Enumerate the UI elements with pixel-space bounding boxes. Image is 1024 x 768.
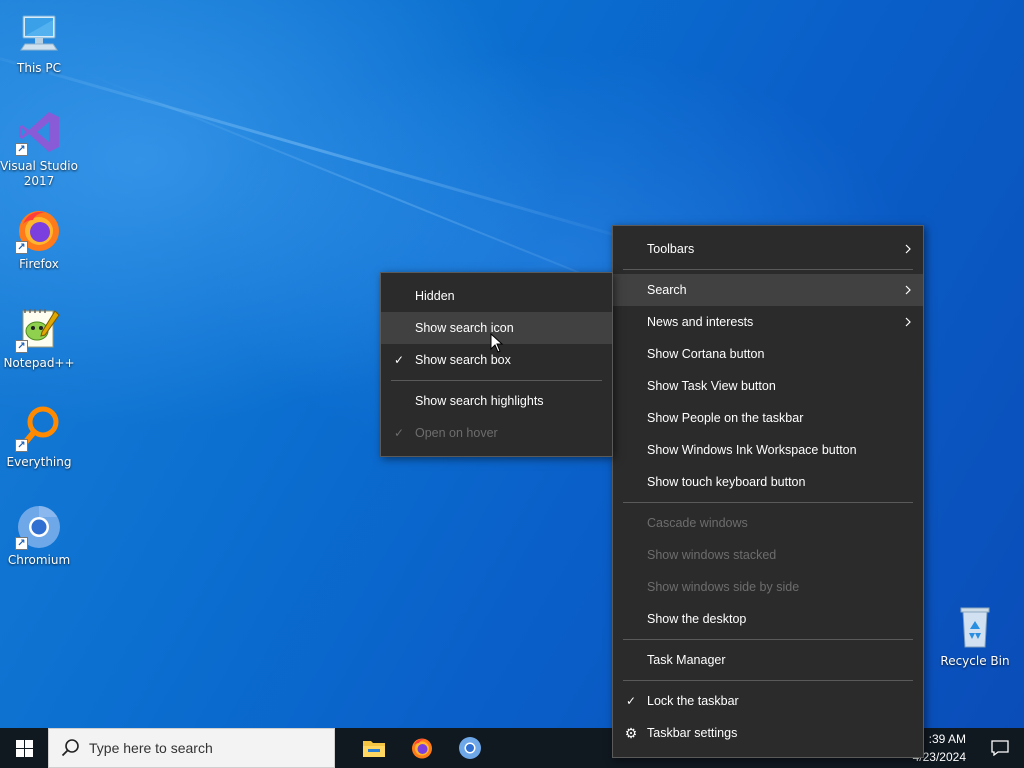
computer-icon: [15, 10, 63, 58]
menu-item-label: Open on hover: [415, 426, 498, 440]
submenu-item-show-search-highlights[interactable]: Show search highlights: [381, 385, 612, 417]
checkmark-icon: ✓: [625, 694, 637, 708]
menu-separator: [623, 639, 913, 640]
menu-separator: [623, 502, 913, 503]
menu-item-label: Show People on the taskbar: [647, 411, 804, 425]
menu-item-label: Show Cortana button: [647, 347, 765, 361]
action-center-button[interactable]: [976, 728, 1024, 768]
menu-item-show-windows-side-by-side: Show windows side by side: [613, 571, 923, 603]
desktop-icon-this-pc[interactable]: This PC: [0, 10, 78, 76]
menu-separator: [391, 380, 602, 381]
menu-item-search[interactable]: Search: [613, 274, 923, 306]
desktop-icon-chromium[interactable]: ↗ Chromium: [0, 502, 78, 568]
menu-item-label: Show search highlights: [415, 394, 544, 408]
firefox-icon: ↗: [15, 206, 63, 254]
windows-logo-icon: [15, 739, 33, 757]
menu-item-label: Show Windows Ink Workspace button: [647, 443, 857, 457]
recycle-bin-icon: [951, 603, 999, 651]
chevron-right-icon: [905, 244, 911, 254]
submenu-item-hidden[interactable]: Hidden: [381, 280, 612, 312]
menu-item-news-and-interests[interactable]: News and interests: [613, 306, 923, 338]
desktop-icon-notepad-plus-plus[interactable]: ↗ Notepad++: [0, 305, 78, 371]
menu-item-show-task-view-button[interactable]: Show Task View button: [613, 370, 923, 402]
desktop-icon-label: Chromium: [7, 553, 71, 567]
desktop-icon-label: Everything: [6, 455, 72, 469]
menu-item-task-manager[interactable]: Task Manager: [613, 644, 923, 676]
desktop-icon-label: This PC: [17, 61, 61, 75]
desktop-icon-label: Firefox: [19, 257, 59, 271]
chromium-icon: [459, 737, 481, 759]
menu-item-label: Taskbar settings: [647, 726, 738, 740]
desktop-icon-label: Notepad++: [3, 356, 75, 370]
menu-item-label: News and interests: [647, 315, 754, 329]
desktop-icon-label: Recycle Bin: [940, 654, 1010, 668]
start-button[interactable]: [0, 728, 48, 768]
checkmark-icon: ✓: [393, 426, 405, 440]
search-placeholder: Type here to search: [89, 740, 213, 756]
menu-item-show-people[interactable]: Show People on the taskbar: [613, 402, 923, 434]
menu-item-label: Search: [647, 283, 687, 297]
visual-studio-icon: ↗: [15, 108, 63, 156]
firefox-icon: [412, 738, 432, 759]
menu-item-label: Hidden: [415, 289, 455, 303]
taskbar-app-firefox[interactable]: [398, 728, 446, 768]
notepad-plus-plus-icon: ↗: [15, 305, 63, 353]
shortcut-arrow-icon: ↗: [15, 241, 28, 254]
menu-item-label: Toolbars: [647, 242, 695, 256]
chevron-right-icon: [905, 317, 911, 327]
search-submenu: Hidden Show search icon ✓ Show search bo…: [380, 272, 613, 457]
desktop-icon-visual-studio[interactable]: ↗ Visual Studio 2017: [0, 108, 78, 189]
menu-separator: [623, 269, 913, 270]
menu-item-label: Show search box: [415, 353, 511, 367]
menu-item-label: Show windows stacked: [647, 548, 777, 562]
menu-item-cascade-windows: Cascade windows: [613, 507, 923, 539]
everything-search-icon: ↗: [15, 404, 63, 452]
submenu-item-open-on-hover: ✓ Open on hover: [381, 417, 612, 449]
taskbar-app-chromium[interactable]: [446, 728, 494, 768]
gear-icon: ⚙: [624, 724, 638, 741]
desktop-icon-label: Visual Studio 2017: [0, 159, 78, 188]
menu-item-label: Show touch keyboard button: [647, 475, 806, 489]
menu-item-label: Task Manager: [647, 653, 726, 667]
menu-item-label: Show windows side by side: [647, 580, 800, 594]
menu-item-label: Lock the taskbar: [647, 694, 739, 708]
chromium-icon: ↗: [15, 502, 63, 550]
menu-item-show-windows-stacked: Show windows stacked: [613, 539, 923, 571]
taskbar-context-menu: Toolbars Search News and interests Show …: [612, 225, 924, 758]
checkmark-icon: ✓: [393, 353, 405, 367]
chevron-right-icon: [905, 285, 911, 295]
file-explorer-icon: [363, 741, 385, 757]
search-icon: [61, 739, 79, 757]
shortcut-arrow-icon: ↗: [15, 439, 28, 452]
taskbar-app-file-explorer[interactable]: [350, 728, 398, 768]
menu-item-toolbars[interactable]: Toolbars: [613, 233, 923, 265]
menu-item-show-touch-keyboard[interactable]: Show touch keyboard button: [613, 466, 923, 498]
menu-item-label: Cascade windows: [647, 516, 748, 530]
menu-item-label: Show Task View button: [647, 379, 776, 393]
desktop-icon-everything[interactable]: ↗ Everything: [0, 404, 78, 470]
menu-item-lock-the-taskbar[interactable]: ✓ Lock the taskbar: [613, 685, 923, 717]
taskbar-search-box[interactable]: Type here to search: [48, 728, 335, 768]
menu-item-taskbar-settings[interactable]: ⚙ Taskbar settings: [613, 717, 923, 749]
menu-item-show-the-desktop[interactable]: Show the desktop: [613, 603, 923, 635]
shortcut-arrow-icon: ↗: [15, 537, 28, 550]
menu-item-label: Show the desktop: [647, 612, 747, 626]
menu-item-show-cortana-button[interactable]: Show Cortana button: [613, 338, 923, 370]
menu-separator: [623, 680, 913, 681]
notification-icon: [991, 740, 1009, 756]
desktop-icon-firefox[interactable]: ↗ Firefox: [0, 206, 78, 272]
desktop-icon-recycle-bin[interactable]: Recycle Bin: [936, 603, 1014, 669]
shortcut-arrow-icon: ↗: [15, 143, 28, 156]
menu-item-show-ink-workspace[interactable]: Show Windows Ink Workspace button: [613, 434, 923, 466]
mouse-cursor-icon: [490, 333, 504, 353]
shortcut-arrow-icon: ↗: [15, 340, 28, 353]
